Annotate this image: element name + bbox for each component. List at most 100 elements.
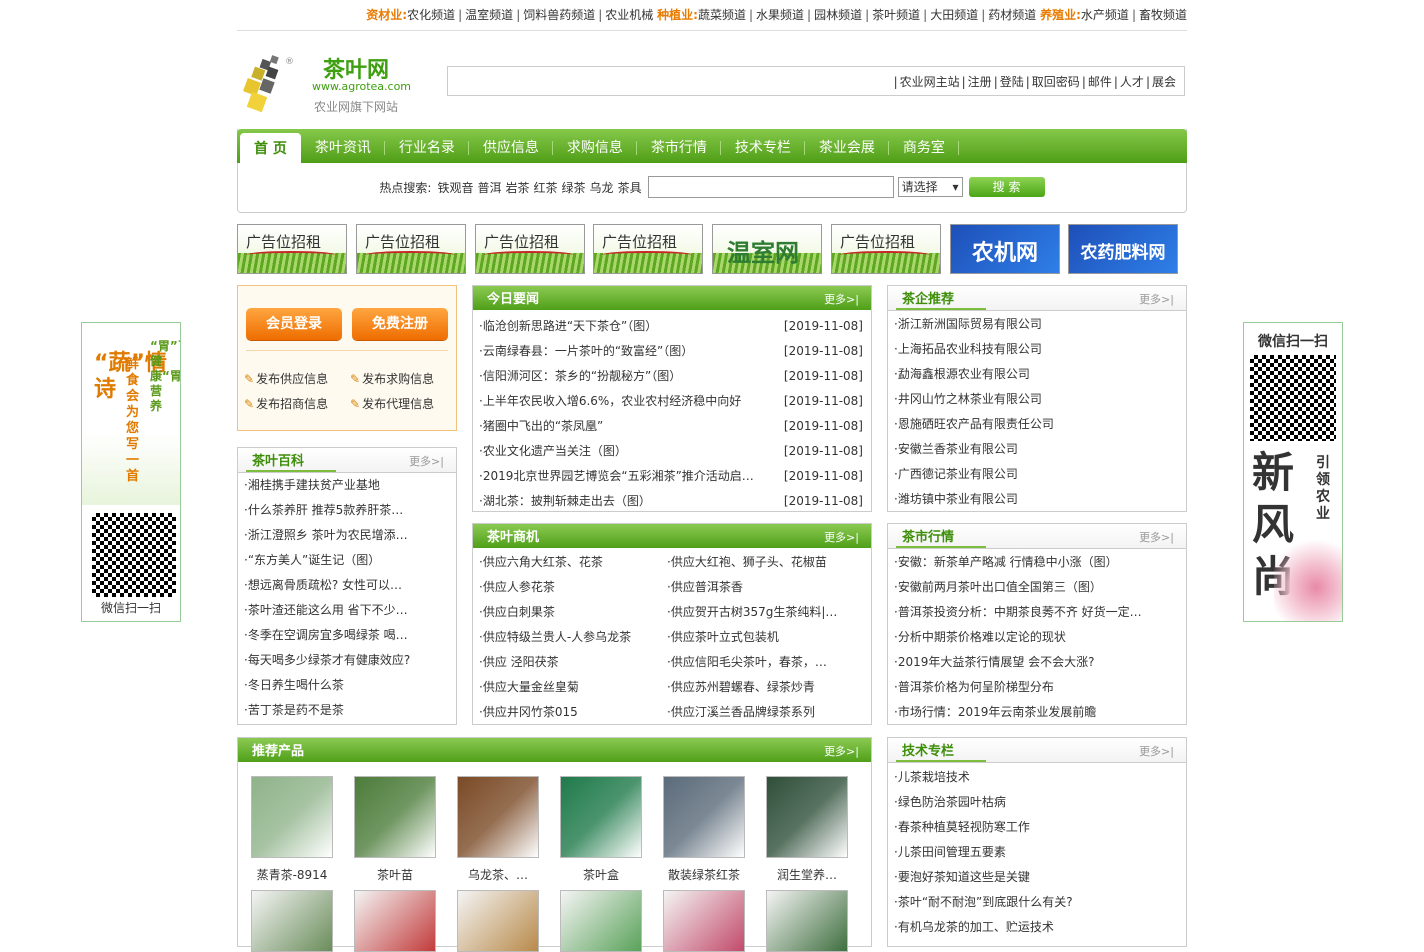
list-item-title[interactable]: ·农业文化遗产当关注（图） xyxy=(479,444,627,458)
ad-banner[interactable]: 广告位招租 xyxy=(475,224,585,274)
nav-tab[interactable]: 技术专栏 xyxy=(721,129,805,163)
left-float-ad[interactable]: “蔬”情诗 鲜食会为您写一首 “胃”了健康“胃”了营养 微信扫一扫 xyxy=(81,322,181,622)
header-link[interactable]: 注册 xyxy=(968,75,992,89)
list-item-title[interactable]: ·春茶种植莫轻视防寒工作 xyxy=(894,820,1030,834)
list-item-title[interactable]: ·供应 泾阳茯茶 xyxy=(479,655,559,669)
list-item[interactable]: ·供应六角大红茶、花茶 xyxy=(479,550,669,575)
list-item[interactable]: ·安徽兰香茶业有限公司 xyxy=(894,437,1186,462)
list-item-title[interactable]: ·想远离骨质疏松? 女性可以… xyxy=(244,578,402,592)
list-item-title[interactable]: ·茶叶渣还能这么用 省下不少… xyxy=(244,603,408,617)
list-item-title[interactable]: ·临沧创新思路进“天下茶仓”（图） xyxy=(479,319,657,333)
list-item-title[interactable]: ·供应贺开古树357g生茶纯料|… xyxy=(667,605,837,619)
channel-link[interactable]: 茶叶频道 xyxy=(872,8,920,22)
list-item-title[interactable]: ·有机乌龙茶的加工、贮运技术 xyxy=(894,920,1054,934)
channel-link[interactable]: 水产频道 xyxy=(1081,8,1129,22)
list-item[interactable]: ·供应白刺果茶 xyxy=(479,600,669,625)
ad-banner[interactable]: 温室网 xyxy=(712,224,822,274)
channel-link[interactable]: 饲料兽药频道 xyxy=(523,8,595,22)
hot-keyword-link[interactable]: 普洱 xyxy=(477,181,501,195)
product-image[interactable] xyxy=(766,890,848,952)
market-more-link[interactable]: 更多>| xyxy=(1139,529,1174,545)
product-image[interactable] xyxy=(354,890,436,952)
list-item[interactable]: ·普洱茶投资分析：中期茶良莠不齐 好货一定… xyxy=(894,600,1186,625)
product-image[interactable] xyxy=(766,776,848,858)
list-item-title[interactable]: ·安徽兰香茶业有限公司 xyxy=(894,442,1018,456)
list-item[interactable]: ·临沧创新思路进“天下茶仓”（图） [2019-11-08] xyxy=(479,314,871,339)
list-item[interactable]: ·供应人参花茶 xyxy=(479,575,669,600)
list-item[interactable]: ·茶叶“耐不耐泡”到底跟什么有关? xyxy=(894,890,1186,915)
merchant-more-link[interactable]: 更多>| xyxy=(824,529,859,545)
list-item-title[interactable]: ·苦丁茶是药不是茶 xyxy=(244,703,344,717)
product-image[interactable] xyxy=(663,776,745,858)
list-item-title[interactable]: ·安徽前两月茶叶出口值全国第三（图） xyxy=(894,580,1102,594)
list-item[interactable]: ·云南绿春县：一片茶叶的“致富经”（图） [2019-11-08] xyxy=(479,339,871,364)
list-item-title[interactable]: ·上海拓品农业科技有限公司 xyxy=(894,342,1042,356)
channel-link[interactable]: 药材频道 xyxy=(988,8,1036,22)
list-item-title[interactable]: ·普洱茶价格为何呈阶梯型分布 xyxy=(894,680,1054,694)
list-item[interactable]: ·供应汀溪兰香品牌绿茶系列 xyxy=(667,700,872,725)
list-item-title[interactable]: ·云南绿春县：一片茶叶的“致富经”（图） xyxy=(479,344,693,358)
nav-tab[interactable]: 茶业会展 xyxy=(805,129,889,163)
product-card[interactable] xyxy=(354,890,436,952)
hot-keyword-link[interactable]: 红茶 xyxy=(534,181,558,195)
publish-agency-link[interactable]: 发布代理信息 xyxy=(350,395,434,412)
product-card[interactable]: 茶叶苗 xyxy=(354,776,436,883)
product-name[interactable]: 散装绿茶红茶 xyxy=(663,866,745,883)
publish-supply-link[interactable]: 发布供应信息 xyxy=(244,370,328,387)
header-link[interactable]: 展会 xyxy=(1152,75,1176,89)
list-item[interactable]: ·潍坊镇中茶业有限公司 xyxy=(894,487,1186,512)
encyclopedia-more-link[interactable]: 更多>| xyxy=(409,453,444,469)
list-item[interactable]: ·什么茶养肝 推荐5款养肝茶… xyxy=(244,498,456,523)
list-item-title[interactable]: ·供应普洱茶香 xyxy=(667,580,743,594)
list-item[interactable]: ·猪圈中飞出的“茶凤凰” [2019-11-08] xyxy=(479,414,871,439)
list-item-title[interactable]: ·市场行情：2019年云南茶业发展前瞻 xyxy=(894,705,1096,719)
list-item[interactable]: ·儿茶田间管理五要素 xyxy=(894,840,1186,865)
list-item[interactable]: ·井冈山竹之林茶业有限公司 xyxy=(894,387,1186,412)
channel-link[interactable]: 农业机械 xyxy=(605,8,653,22)
list-item-title[interactable]: ·供应人参花茶 xyxy=(479,580,555,594)
nav-tab[interactable]: 求购信息 xyxy=(553,129,637,163)
products-more-link[interactable]: 更多>| xyxy=(824,743,859,759)
list-item-title[interactable]: ·湖北茶：披荆斩棘走出去（图） xyxy=(479,494,651,508)
list-item[interactable]: ·春茶种植莫轻视防寒工作 xyxy=(894,815,1186,840)
list-item[interactable]: ·每天喝多少绿茶才有健康效应? xyxy=(244,648,456,673)
list-item-title[interactable]: ·潍坊镇中茶业有限公司 xyxy=(894,492,1018,506)
header-link[interactable]: 邮件 xyxy=(1088,75,1112,89)
list-item-title[interactable]: ·要泡好茶知道这些是关键 xyxy=(894,870,1030,884)
list-item[interactable]: ·供应贺开古树357g生茶纯料|… xyxy=(667,600,872,625)
ad-banner[interactable]: 农机网 xyxy=(950,224,1060,274)
header-link[interactable]: 登陆 xyxy=(1000,75,1024,89)
list-item[interactable]: ·上海拓品农业科技有限公司 xyxy=(894,337,1186,362)
product-name[interactable]: 润生堂养… xyxy=(766,866,848,883)
list-item-title[interactable]: ·“东方美人”诞生记（图） xyxy=(244,553,380,567)
list-item-title[interactable]: ·什么茶养肝 推荐5款养肝茶… xyxy=(244,503,403,517)
product-card[interactable] xyxy=(251,890,333,952)
list-item[interactable]: ·安徽前两月茶叶出口值全国第三（图） xyxy=(894,575,1186,600)
list-item[interactable]: ·2019年大益茶行情展望 会不会大涨? xyxy=(894,650,1186,675)
product-name[interactable]: 茶叶盒 xyxy=(560,866,642,883)
list-item[interactable]: ·上半年农民收入增6.6%，农业农村经济稳中向好 [2019-11-08] xyxy=(479,389,871,414)
product-image[interactable] xyxy=(663,890,745,952)
list-item-title[interactable]: ·供应信阳毛尖茶叶，春茶，… xyxy=(667,655,827,669)
search-category-select[interactable]: 请选择 xyxy=(897,177,963,197)
list-item[interactable]: ·勐海鑫根源农业有限公司 xyxy=(894,362,1186,387)
list-item[interactable]: ·供应茶叶立式包装机 xyxy=(667,625,872,650)
list-item[interactable]: ·分析中期茶价格难以定论的现状 xyxy=(894,625,1186,650)
product-card[interactable]: 散装绿茶红茶 xyxy=(663,776,745,883)
search-button[interactable]: 搜 索 xyxy=(968,177,1045,197)
ad-banner[interactable]: 广告位招租 xyxy=(356,224,466,274)
product-card[interactable] xyxy=(457,890,539,952)
product-name[interactable]: 乌龙茶、… xyxy=(457,866,539,883)
channel-link[interactable]: 温室频道 xyxy=(465,8,513,22)
channel-link[interactable]: 园林频道 xyxy=(814,8,862,22)
list-item[interactable]: ·“东方美人”诞生记（图） xyxy=(244,548,456,573)
product-image[interactable] xyxy=(354,776,436,858)
list-item-title[interactable]: ·供应六角大红茶、花茶 xyxy=(479,555,603,569)
list-item[interactable]: ·2019北京世界园艺博览会“五彩湘茶”推介活动启… [2019-11-08] xyxy=(479,464,871,489)
list-item[interactable]: ·供应信阳毛尖茶叶，春茶，… xyxy=(667,650,872,675)
list-item-title[interactable]: ·勐海鑫根源农业有限公司 xyxy=(894,367,1030,381)
news-more-link[interactable]: 更多>| xyxy=(824,291,859,307)
header-link[interactable]: 取回密码 xyxy=(1032,75,1080,89)
login-button[interactable]: 会员登录 xyxy=(246,308,342,340)
list-item-title[interactable]: ·供应大量金丝皇菊 xyxy=(479,680,579,694)
